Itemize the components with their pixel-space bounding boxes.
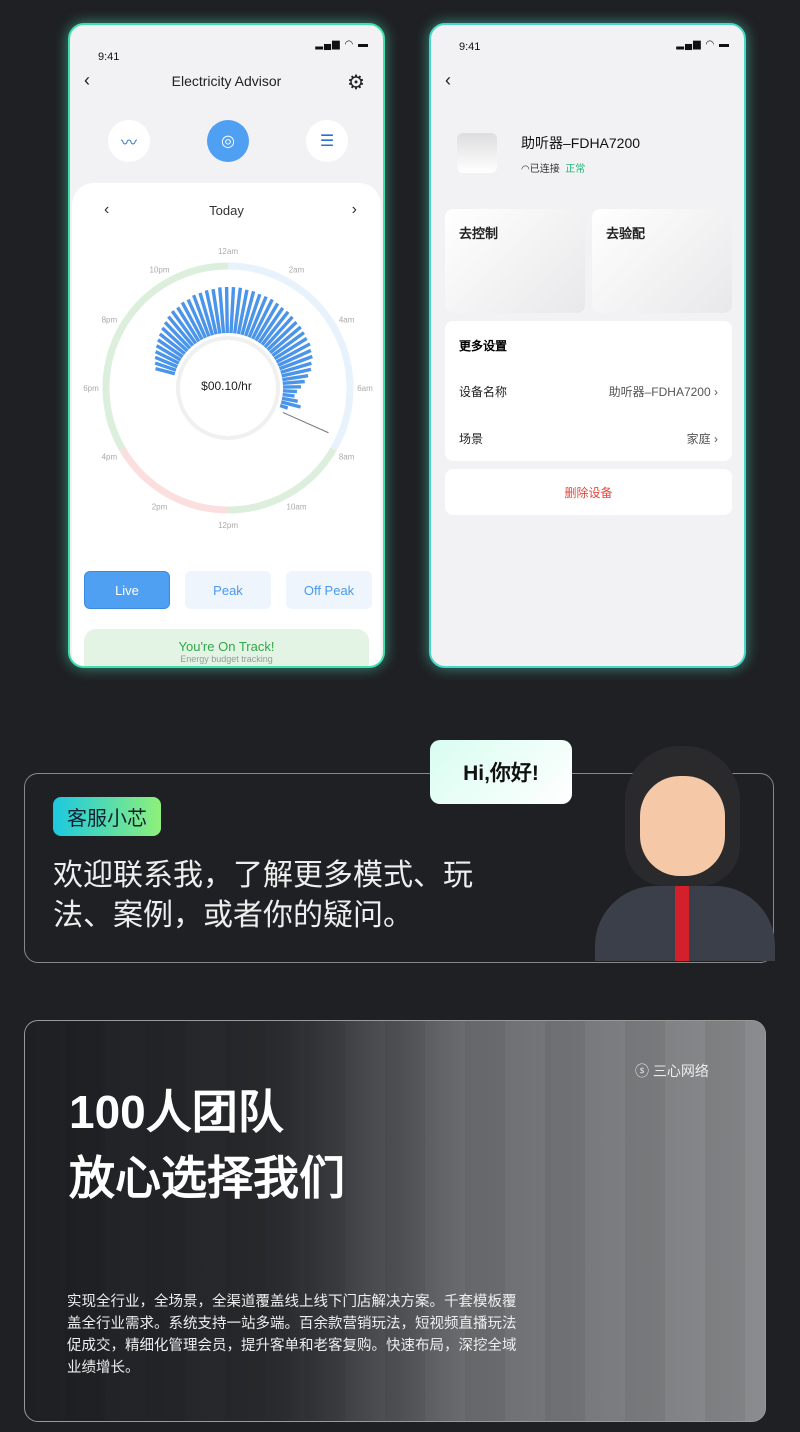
team-office-photo: ⓢ 三心网络 100人团队 放心选择我们 实现全行业，全场景，全渠道覆盖线上线下门… xyxy=(24,1020,766,1422)
status-time: 9:41 xyxy=(459,41,481,53)
wifi-icon: ◠ xyxy=(521,164,530,175)
greeting-bubble: Hi,你好! xyxy=(430,740,572,804)
ring-peak xyxy=(119,447,229,514)
usage-bar xyxy=(282,392,295,398)
clock-label: 2pm xyxy=(152,503,168,512)
status-time: 9:41 xyxy=(98,51,120,63)
status-icons: ▂▄▆ ◠ ▬ xyxy=(676,39,730,50)
hearing-aid-phone: 9:41 ▂▄▆ ◠ ▬ ‹ 助听器–FDHA7200 ◠已连接 正常 去控制 … xyxy=(429,23,746,668)
fitting-label: 去验配 xyxy=(606,226,646,241)
segment-off-peak[interactable]: Off Peak xyxy=(286,571,372,609)
track-subtitle: Energy budget tracking xyxy=(180,654,273,664)
delete-device-button[interactable]: 删除设备 xyxy=(445,469,732,515)
control-label: 去控制 xyxy=(459,226,499,241)
menu-icon[interactable]: ☰ xyxy=(306,120,348,162)
connection-status: 已连接 xyxy=(529,164,560,175)
fitting-tile[interactable]: 去验配 xyxy=(592,209,732,313)
day-label: Today xyxy=(209,203,244,218)
electricity-advisor-phone: 9:41 ▂▄▆ ◠ ▬ ‹ Electricity Advisor ⚙ 〰 ◎… xyxy=(68,23,385,668)
clock-label: 4pm xyxy=(102,453,118,462)
more-settings-title: 更多设置 xyxy=(459,339,508,353)
clock-label: 4am xyxy=(339,316,355,325)
assistant-avatar xyxy=(595,736,775,961)
row-value: 助听器–FDHA7200 xyxy=(608,385,711,399)
team-description: 实现全行业，全场景，全渠道覆盖线上线下门店解决方案。千套模板覆 盖全行业需求。系统… xyxy=(67,1294,517,1376)
control-tile[interactable]: 去控制 xyxy=(445,209,585,313)
device-state: 正常 xyxy=(565,164,586,175)
back-icon[interactable]: ‹ xyxy=(445,70,451,91)
segment-live[interactable]: Live xyxy=(84,571,170,609)
row-label: 场景 xyxy=(459,432,484,446)
page-title: Electricity Advisor xyxy=(171,73,282,89)
clock-label: 2am xyxy=(289,265,305,274)
now-indicator xyxy=(282,411,329,434)
segment-peak[interactable]: Peak xyxy=(185,571,271,609)
on-track-banner: You're On Track! Energy budget tracking xyxy=(84,629,369,666)
team-headline: 100人团队 放心选择我们 xyxy=(69,1086,345,1204)
clock-label: 12pm xyxy=(218,521,238,530)
earbuds-case-image xyxy=(457,133,497,173)
center-rate: $00.10/hr xyxy=(201,379,252,393)
row-value: 家庭 xyxy=(686,432,711,446)
clock-label: 10pm xyxy=(149,265,169,274)
device-name: 助听器–FDHA7200 xyxy=(521,135,641,151)
usage-bar xyxy=(229,287,236,334)
usage-card: ‹ Today › 12am 2am 4am 6am 8am 10am 12pm 2pm 4pm… xyxy=(72,183,381,666)
trend-icon[interactable]: 〰 xyxy=(108,120,150,162)
company-logo: ⓢ 三心网络 xyxy=(635,1063,709,1079)
usage-bar xyxy=(224,286,229,334)
usage-bar xyxy=(281,396,299,403)
gear-icon[interactable]: ⚙ xyxy=(347,70,365,95)
usage-clock-chart: 12am2am4am6am8am10am12pm2pm4pm6pm8pm10pm xyxy=(83,247,373,530)
more-settings-card: 更多设置 设备名称 助听器–FDHA7200 › 场景 家庭 › xyxy=(445,321,732,461)
ring-normal xyxy=(227,447,337,514)
clock-label: 8am xyxy=(339,453,355,462)
customer-service-panel: 客服小芯 欢迎联系我，了解更多模式、玩 法、案例，或者你的疑问。 xyxy=(24,746,775,963)
row-device-name[interactable]: 设备名称 助听器–FDHA7200 › xyxy=(459,383,718,400)
next-day-icon[interactable]: › xyxy=(352,201,357,219)
clock-label: 12am xyxy=(218,247,238,256)
clock-label: 8pm xyxy=(102,316,118,325)
usage-bar xyxy=(279,403,289,410)
service-badge: 客服小芯 xyxy=(53,797,161,836)
row-scene[interactable]: 场景 家庭 › xyxy=(459,430,718,447)
clock-label: 10am xyxy=(286,503,306,512)
service-text: 欢迎联系我，了解更多模式、玩 法、案例，或者你的疑问。 xyxy=(53,859,473,932)
gauge-icon[interactable]: ◎ xyxy=(207,120,249,162)
status-icons: ▂▄▆ ◠ ▬ xyxy=(315,39,369,50)
row-label: 设备名称 xyxy=(459,385,508,399)
track-title: You're On Track! xyxy=(178,639,275,654)
